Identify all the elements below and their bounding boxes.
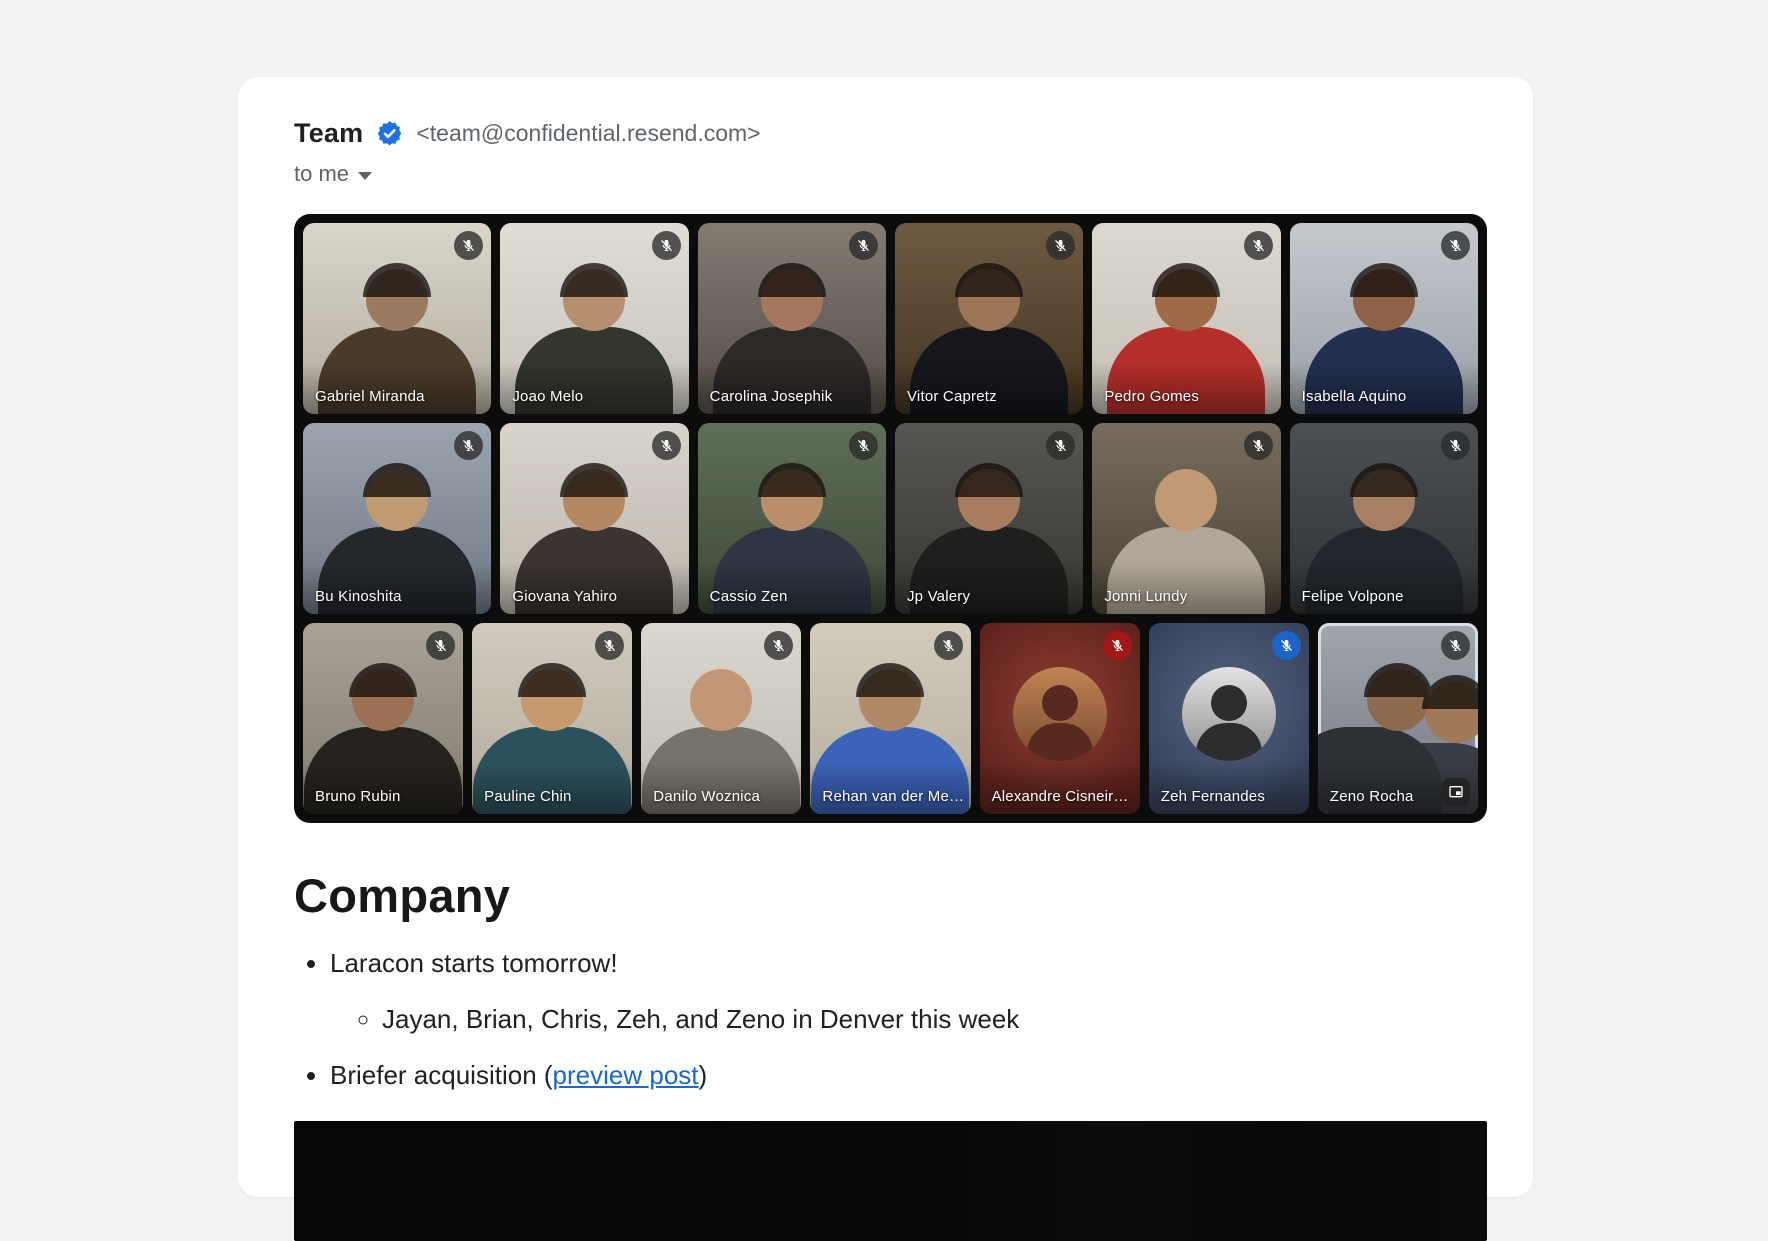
participant-tile: Giovana Yahiro xyxy=(500,423,688,614)
participant-tile: Isabella Aquino xyxy=(1290,223,1478,414)
participant-tile: Pauline Chin xyxy=(472,623,632,814)
participant-tile: Bu Kinoshita xyxy=(303,423,491,614)
participant-tile: Bruno Rubin xyxy=(303,623,463,814)
verified-icon xyxy=(376,120,403,147)
participant-name: Vitor Capretz xyxy=(907,388,997,405)
list-item-text: Briefer acquisition ( xyxy=(330,1060,553,1090)
avatar xyxy=(1013,667,1107,761)
mic-off-icon xyxy=(1244,431,1273,460)
picture-in-picture-icon xyxy=(1442,778,1470,806)
participant-tile: Gabriel Miranda xyxy=(303,223,491,414)
participant-tile: Jp Valery xyxy=(895,423,1083,614)
participant-name: Bu Kinoshita xyxy=(315,588,402,605)
bullet-sublist: Jayan, Brian, Chris, Zeh, and Zeno in De… xyxy=(330,1003,1487,1035)
attachment-image-dark[interactable] xyxy=(294,1121,1487,1241)
participant-name: Felipe Volpone xyxy=(1302,588,1404,605)
participant-tile-camera-off: Alexandre Cisneir… xyxy=(980,623,1140,814)
participant-tile-camera-off: Zeh Fernandes xyxy=(1149,623,1309,814)
participant-tile: Vitor Capretz xyxy=(895,223,1083,414)
participant-tile: Pedro Gomes xyxy=(1092,223,1280,414)
participant-tile: Danilo Woznica xyxy=(641,623,801,814)
list-item-text: Jayan, Brian, Chris, Zeh, and Zeno in De… xyxy=(382,1004,1019,1034)
list-item: Briefer acquisition (preview post) xyxy=(330,1059,1487,1091)
participant-name: Rehan van der Me… xyxy=(822,788,964,805)
bullet-list: Laracon starts tomorrow! Jayan, Brian, C… xyxy=(294,947,1487,1091)
preview-post-link[interactable]: preview post xyxy=(553,1060,699,1090)
participant-name: Isabella Aquino xyxy=(1302,388,1407,405)
recipient-dropdown[interactable]: to me xyxy=(294,161,372,187)
call-grid-row-2: Bu Kinoshita Giovana Yahiro Cassio Zen J… xyxy=(303,423,1478,614)
mic-off-icon xyxy=(652,231,681,260)
call-grid-row-1: Gabriel Miranda Joao Melo Carolina Josep… xyxy=(303,223,1478,414)
mic-off-icon xyxy=(1272,631,1301,660)
mic-off-icon xyxy=(1441,631,1470,660)
participant-name: Gabriel Miranda xyxy=(315,388,425,405)
mic-off-icon xyxy=(1244,231,1273,260)
participant-tile: Cassio Zen xyxy=(698,423,886,614)
email-sender-row: Team <team@confidential.resend.com> xyxy=(294,118,1487,149)
mic-off-icon xyxy=(652,431,681,460)
participant-tile: Joao Melo xyxy=(500,223,688,414)
mic-off-icon xyxy=(426,631,455,660)
participant-name: Carolina Josephik xyxy=(710,388,833,405)
chevron-down-icon xyxy=(358,172,372,180)
participant-name: Zeno Rocha xyxy=(1330,788,1414,805)
list-item: Jayan, Brian, Chris, Zeh, and Zeno in De… xyxy=(382,1003,1487,1035)
participant-name: Jp Valery xyxy=(907,588,970,605)
participant-name: Danilo Woznica xyxy=(653,788,760,805)
list-item-text: Laracon starts tomorrow! xyxy=(330,948,618,978)
list-item: Laracon starts tomorrow! Jayan, Brian, C… xyxy=(330,947,1487,1035)
sender-name: Team xyxy=(294,118,363,149)
participant-tile: Jonni Lundy xyxy=(1092,423,1280,614)
participant-tile: Rehan van der Me… xyxy=(810,623,970,814)
mic-off-icon xyxy=(849,431,878,460)
participant-name: Cassio Zen xyxy=(710,588,788,605)
participant-name: Zeh Fernandes xyxy=(1161,788,1265,805)
mic-off-icon xyxy=(1103,631,1132,660)
section-heading: Company xyxy=(294,869,1487,923)
video-call-screenshot[interactable]: Gabriel Miranda Joao Melo Carolina Josep… xyxy=(294,214,1487,823)
mic-off-icon xyxy=(1441,431,1470,460)
call-grid-row-3: Bruno Rubin Pauline Chin Danilo Woznica … xyxy=(303,623,1478,814)
participant-tile: Felipe Volpone xyxy=(1290,423,1478,614)
mic-off-icon xyxy=(1441,231,1470,260)
list-item-text: ) xyxy=(699,1060,708,1090)
participant-name: Pauline Chin xyxy=(484,788,571,805)
participant-tile-active-speaker: Zeno Rocha xyxy=(1318,623,1478,814)
participant-name: Alexandre Cisneir… xyxy=(992,788,1129,805)
participant-name: Pedro Gomes xyxy=(1104,388,1199,405)
avatar xyxy=(1182,667,1276,761)
email-card: Team <team@confidential.resend.com> to m… xyxy=(238,77,1533,1197)
recipient-label: to me xyxy=(294,161,349,187)
sender-address: <team@confidential.resend.com> xyxy=(416,120,760,147)
participant-name: Jonni Lundy xyxy=(1104,588,1187,605)
participant-name: Bruno Rubin xyxy=(315,788,401,805)
mic-off-icon xyxy=(849,231,878,260)
mic-off-icon xyxy=(934,631,963,660)
participant-name: Giovana Yahiro xyxy=(512,588,617,605)
participant-tile: Carolina Josephik xyxy=(698,223,886,414)
participant-name: Joao Melo xyxy=(512,388,583,405)
